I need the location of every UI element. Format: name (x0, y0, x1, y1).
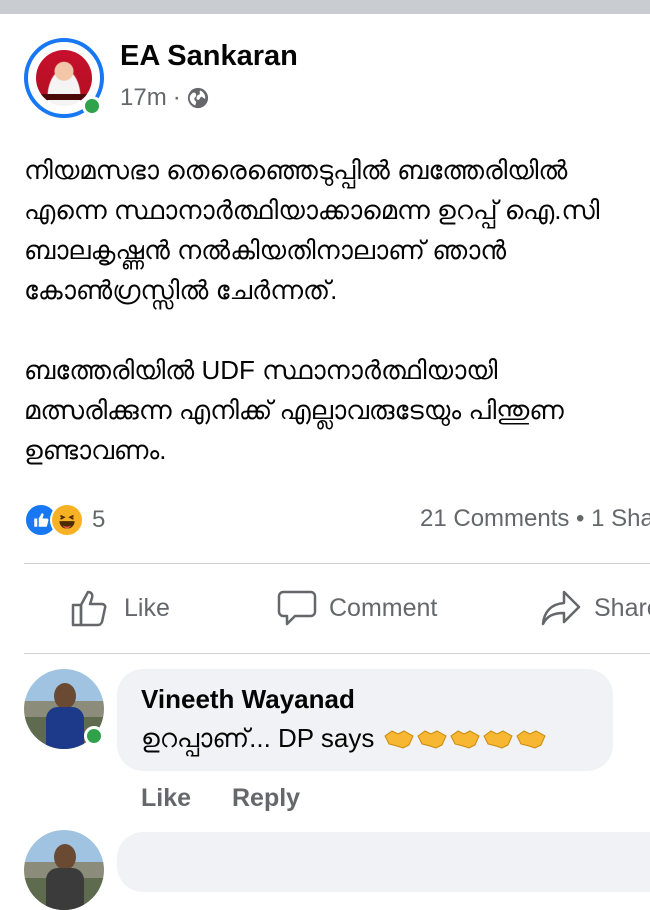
post-meta: 17m · (120, 84, 209, 112)
handshake-emoji-icon (483, 730, 514, 749)
handshake-emoji-icon (516, 730, 547, 749)
next-comment-bubble[interactable] (117, 832, 650, 892)
next-commenter-avatar[interactable] (24, 830, 104, 910)
author-avatar-image (36, 50, 92, 106)
share-button[interactable]: Share (540, 588, 650, 628)
post-body-text: നിയമസഭാ തെരെഞ്ഞെടുപ്പിൽ ബത്തേരിയിൽ എന്നെ… (24, 155, 600, 465)
comment-author-name[interactable]: Vineeth Wayanad (141, 684, 355, 715)
top-scroll-edge (0, 0, 650, 14)
share-button-label: Share (594, 593, 650, 622)
thumbs-up-icon (71, 590, 107, 627)
handshake-emoji-icon (450, 730, 481, 749)
reactions-summary[interactable]: 5 (24, 503, 105, 537)
online-status-icon (82, 96, 102, 116)
comments-shares-count[interactable]: 21 Comments • 1 Share (420, 505, 650, 533)
like-button[interactable]: Like (70, 588, 170, 628)
divider-bottom (24, 653, 650, 654)
post-timestamp[interactable]: 17m (120, 84, 167, 112)
comment-text-content: ഉറപ്പാണ്... DP says (141, 723, 375, 753)
comment-reply-button[interactable]: Reply (232, 784, 300, 813)
comment-bubble-icon (277, 590, 317, 626)
meta-separator: · (172, 84, 181, 111)
reaction-count: 5 (92, 506, 106, 533)
divider-top (24, 563, 650, 564)
share-arrow-icon (541, 590, 581, 626)
like-button-label: Like (124, 593, 170, 622)
comment-text: ഉറപ്പാണ്... DP says (141, 723, 549, 755)
handshake-emoji-icon (384, 730, 415, 749)
commenter-online-icon (84, 726, 104, 746)
comment-button[interactable]: Comment (277, 588, 437, 628)
handshake-emoji-icon (417, 730, 448, 749)
globe-icon[interactable] (187, 87, 209, 109)
haha-reaction-icon (50, 503, 84, 537)
post-author-name[interactable]: EA Sankaran (120, 40, 298, 73)
comment-button-label: Comment (329, 593, 438, 622)
handshake-emoji-group (384, 728, 549, 750)
comment-like-button[interactable]: Like (141, 784, 191, 813)
